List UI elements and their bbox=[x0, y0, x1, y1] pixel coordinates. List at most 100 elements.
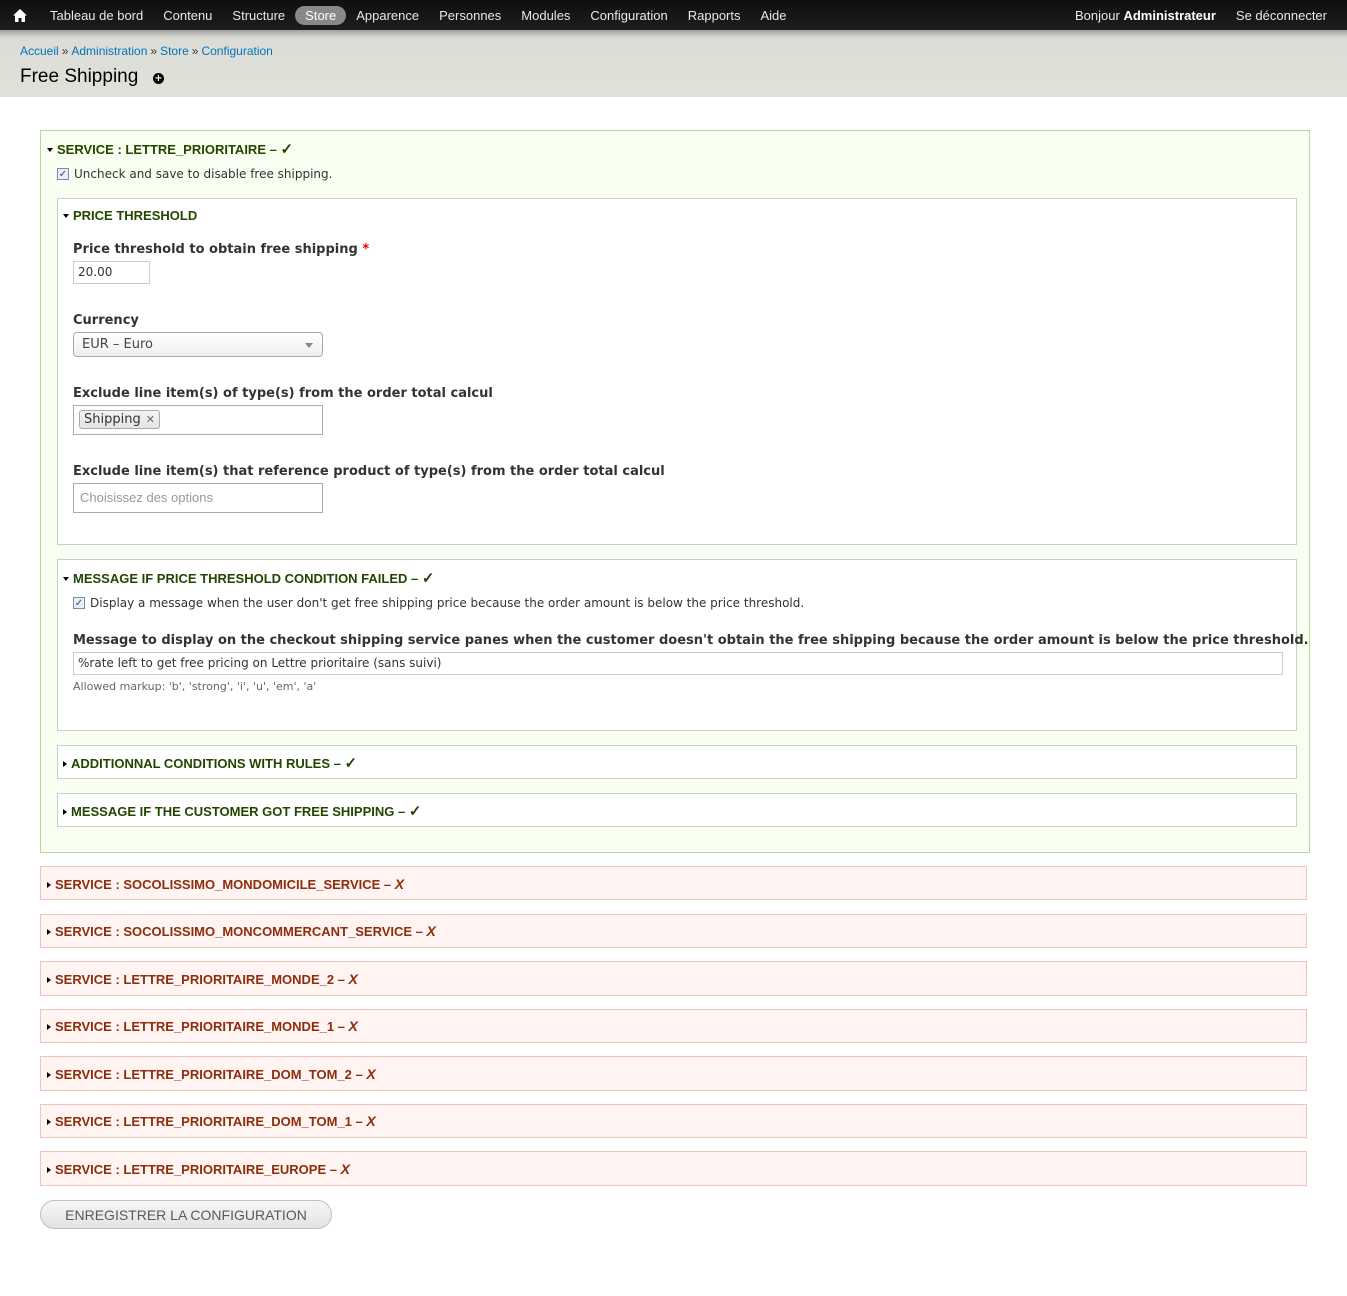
expand-triangle-icon bbox=[47, 1071, 51, 1078]
cross-icon: X bbox=[426, 923, 436, 939]
exclude-types-label: Exclude line item(s) of type(s) from the… bbox=[73, 386, 493, 401]
toolbar-menu: Tableau de bord Contenu Structure Store … bbox=[0, 0, 797, 30]
currency-select[interactable]: EUR – Euro bbox=[73, 332, 323, 357]
service-legend[interactable]: SERVICE : LETTRE_PRIORITAIRE – ✓ bbox=[47, 140, 293, 158]
menu-item-modules[interactable]: Modules bbox=[511, 6, 580, 25]
save-configuration-button[interactable]: Enregistrer la configuration bbox=[40, 1200, 332, 1229]
service-lettre-prioritaire-dom-tom-1: SERVICE : LETTRE_PRIORITAIRE_DOM_TOM_1 –… bbox=[40, 1104, 1307, 1138]
admin-toolbar: Tableau de bord Contenu Structure Store … bbox=[0, 0, 1347, 30]
home-icon[interactable] bbox=[0, 0, 40, 30]
price-threshold-title: PRICE THRESHOLD bbox=[73, 208, 198, 223]
additional-conditions-title: ADDITIONNAL CONDITIONS WITH RULES – bbox=[71, 756, 345, 771]
exclude-products-select[interactable]: Choisissez des options bbox=[73, 483, 323, 513]
enable-free-shipping-label: Uncheck and save to disable free shippin… bbox=[74, 167, 333, 181]
menu-item-dashboard[interactable]: Tableau de bord bbox=[40, 6, 153, 25]
greeting-prefix: Bonjour bbox=[1075, 7, 1120, 23]
collapse-triangle-icon bbox=[63, 576, 69, 581]
user-name[interactable]: Administrateur bbox=[1123, 8, 1215, 23]
menu-item-help[interactable]: Aide bbox=[751, 6, 797, 25]
breadcrumb-store[interactable]: Store bbox=[160, 44, 189, 58]
service-title: SERVICE : LETTRE_PRIORITAIRE_EUROPE – bbox=[55, 1162, 341, 1177]
enable-free-shipping-row: ✓ Uncheck and save to disable free shipp… bbox=[57, 167, 332, 181]
expand-triangle-icon bbox=[47, 928, 51, 935]
menu-item-people[interactable]: Personnes bbox=[429, 6, 511, 25]
menu-item-content[interactable]: Contenu bbox=[153, 6, 222, 25]
required-mark: * bbox=[362, 242, 370, 257]
service-title: SERVICE : LETTRE_PRIORITAIRE – bbox=[57, 142, 281, 157]
check-icon: ✓ bbox=[408, 803, 422, 820]
expand-triangle-icon bbox=[47, 1023, 51, 1030]
additional-conditions-legend[interactable]: ADDITIONNAL CONDITIONS WITH RULES – ✓ bbox=[63, 754, 357, 772]
user-greeting: Bonjour Administrateur bbox=[1075, 8, 1216, 23]
expand-triangle-icon bbox=[63, 808, 67, 815]
breadcrumb-administration[interactable]: Administration bbox=[71, 44, 147, 58]
chevron-down-icon bbox=[305, 343, 313, 348]
service-legend[interactable]: SERVICE : SOCOLISSIMO_MONCOMMERCANT_SERV… bbox=[47, 923, 436, 939]
service-title: SERVICE : LETTRE_PRIORITAIRE_MONDE_2 – bbox=[55, 972, 349, 987]
exclude-types-select[interactable]: Shipping ✕ bbox=[73, 405, 323, 435]
cross-icon: X bbox=[348, 1018, 358, 1034]
breadcrumb-configuration[interactable]: Configuration bbox=[201, 44, 272, 58]
message-input[interactable]: %rate left to get free pricing on Lettre… bbox=[73, 652, 1283, 675]
threshold-input[interactable]: 20.00 bbox=[73, 261, 150, 284]
menu-item-appearance[interactable]: Apparence bbox=[346, 6, 429, 25]
menu-item-configuration[interactable]: Configuration bbox=[580, 6, 677, 25]
service-lettre-prioritaire-europe: SERVICE : LETTRE_PRIORITAIRE_EUROPE – X bbox=[40, 1151, 1307, 1186]
service-lettre-prioritaire-monde-2: SERVICE : LETTRE_PRIORITAIRE_MONDE_2 – X bbox=[40, 961, 1307, 996]
display-message-label: Display a message when the user don't ge… bbox=[90, 596, 805, 610]
service-legend[interactable]: SERVICE : LETTRE_PRIORITAIRE_DOM_TOM_2 –… bbox=[47, 1066, 376, 1082]
check-icon: ✓ bbox=[280, 141, 294, 158]
message-got-legend[interactable]: MESSAGE IF THE CUSTOMER GOT FREE SHIPPIN… bbox=[63, 802, 421, 820]
message-failed-legend[interactable]: MESSAGE IF PRICE THRESHOLD CONDITION FAI… bbox=[63, 569, 434, 587]
display-message-row: ✓ Display a message when the user don't … bbox=[73, 596, 804, 610]
collapse-triangle-icon bbox=[47, 147, 53, 152]
menu-item-structure[interactable]: Structure bbox=[222, 6, 295, 25]
menu-item-store[interactable]: Store bbox=[295, 5, 347, 25]
price-threshold-legend[interactable]: PRICE THRESHOLD bbox=[63, 208, 197, 223]
threshold-label-text: Price threshold to obtain free shipping bbox=[73, 242, 358, 257]
service-title: SERVICE : SOCOLISSIMO_MONDOMICILE_SERVIC… bbox=[55, 877, 395, 892]
expand-triangle-icon bbox=[63, 760, 67, 767]
enable-free-shipping-checkbox[interactable]: ✓ bbox=[57, 168, 69, 180]
add-shortcut-icon[interactable]: + bbox=[153, 73, 164, 84]
service-legend[interactable]: SERVICE : LETTRE_PRIORITAIRE_MONDE_1 – X bbox=[47, 1018, 358, 1034]
message-failed-title: MESSAGE IF PRICE THRESHOLD CONDITION FAI… bbox=[73, 571, 422, 586]
check-icon: ✓ bbox=[421, 570, 435, 587]
cross-icon: X bbox=[348, 971, 358, 987]
service-title: SERVICE : LETTRE_PRIORITAIRE_DOM_TOM_2 – bbox=[55, 1067, 367, 1082]
service-legend[interactable]: SERVICE : LETTRE_PRIORITAIRE_DOM_TOM_1 –… bbox=[47, 1113, 376, 1129]
expand-triangle-icon bbox=[47, 1118, 51, 1125]
cross-icon: X bbox=[366, 1066, 376, 1082]
threshold-label: Price threshold to obtain free shipping … bbox=[73, 242, 369, 257]
display-message-checkbox[interactable]: ✓ bbox=[73, 597, 85, 609]
service-legend[interactable]: SERVICE : LETTRE_PRIORITAIRE_MONDE_2 – X bbox=[47, 971, 358, 987]
message-got-title: MESSAGE IF THE CUSTOMER GOT FREE SHIPPIN… bbox=[71, 804, 409, 819]
service-socolissimo-mondomicile: SERVICE : SOCOLISSIMO_MONDOMICILE_SERVIC… bbox=[40, 866, 1307, 900]
cross-icon: X bbox=[394, 876, 405, 892]
remove-tag-icon[interactable]: ✕ bbox=[146, 413, 155, 426]
breadcrumb-separator: » bbox=[150, 44, 158, 58]
service-lettre-prioritaire-dom-tom-2: SERVICE : LETTRE_PRIORITAIRE_DOM_TOM_2 –… bbox=[40, 1056, 1307, 1091]
price-threshold-fieldset: PRICE THRESHOLD Price threshold to obtai… bbox=[57, 198, 1297, 545]
breadcrumb-home[interactable]: Accueil bbox=[20, 44, 59, 58]
expand-triangle-icon bbox=[47, 1166, 51, 1173]
logout-link[interactable]: Se déconnecter bbox=[1236, 8, 1327, 23]
expand-triangle-icon bbox=[47, 881, 51, 888]
exclude-products-label: Exclude line item(s) that reference prod… bbox=[73, 464, 665, 479]
toolbar-user: Bonjour Administrateur Se déconnecter bbox=[1075, 8, 1347, 23]
currency-value: EUR – Euro bbox=[82, 337, 153, 352]
additional-conditions-fieldset: ADDITIONNAL CONDITIONS WITH RULES – ✓ bbox=[57, 745, 1297, 779]
service-legend[interactable]: SERVICE : SOCOLISSIMO_MONDOMICILE_SERVIC… bbox=[47, 876, 404, 892]
collapse-triangle-icon bbox=[63, 213, 69, 218]
cross-icon: X bbox=[340, 1161, 350, 1177]
service-legend[interactable]: SERVICE : LETTRE_PRIORITAIRE_EUROPE – X bbox=[47, 1161, 350, 1177]
cross-icon: X bbox=[366, 1113, 376, 1129]
menu-item-reports[interactable]: Rapports bbox=[678, 6, 751, 25]
breadcrumb: Accueil» Administration» Store» Configurati… bbox=[20, 44, 273, 58]
currency-label: Currency bbox=[73, 313, 139, 328]
page-title: Free Shipping bbox=[20, 66, 139, 87]
service-socolissimo-moncommercant: SERVICE : SOCOLISSIMO_MONCOMMERCANT_SERV… bbox=[40, 914, 1307, 948]
message-label: Message to display on the checkout shipp… bbox=[73, 633, 1309, 648]
breadcrumb-separator: » bbox=[191, 44, 199, 58]
message-got-fieldset: MESSAGE IF THE CUSTOMER GOT FREE SHIPPIN… bbox=[57, 793, 1297, 827]
